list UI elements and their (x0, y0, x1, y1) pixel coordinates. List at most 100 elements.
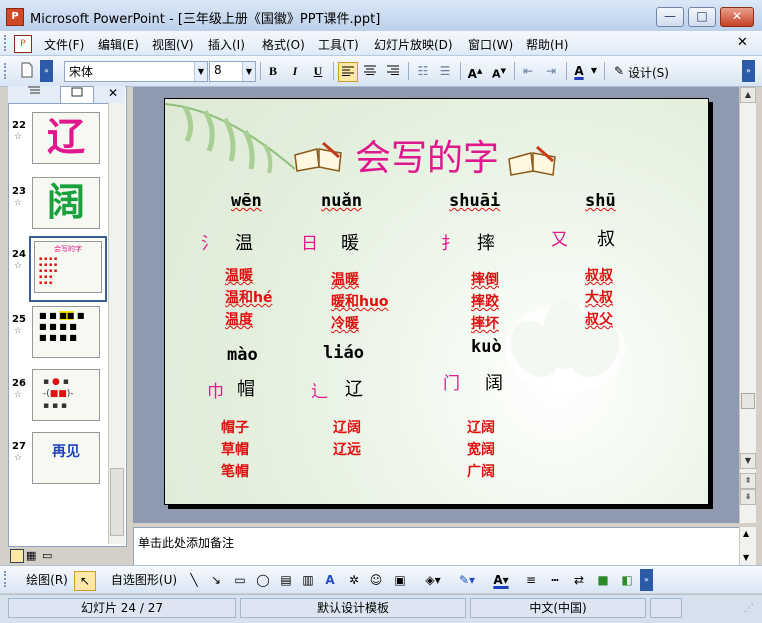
clip-art-icon[interactable]: ☺ (368, 571, 384, 589)
tab-outline[interactable] (18, 86, 50, 102)
line-style-icon[interactable]: ≡ (522, 571, 540, 589)
font-name-combo[interactable]: 宋体 ▼ (64, 61, 208, 82)
decrease-indent-icon[interactable]: ⇤ (519, 62, 537, 80)
maximize-button[interactable]: □ (688, 7, 716, 27)
scroll-up-icon[interactable]: ▲ (740, 87, 756, 103)
toolbar-options-chevron-icon[interactable]: » (40, 60, 53, 82)
font-color-icon[interactable]: A▾ (488, 571, 514, 589)
increase-font-size-icon[interactable]: A▲ (466, 62, 484, 81)
slide-thumbnail-23[interactable]: 阔 (32, 177, 100, 229)
numbering-icon[interactable]: ☷ (414, 62, 432, 80)
menu-edit[interactable]: 编辑(E) (98, 36, 139, 53)
align-left-button[interactable] (338, 62, 358, 82)
menu-view[interactable]: 视图(V) (152, 36, 194, 53)
powerpoint-app-icon[interactable]: P (6, 8, 24, 26)
scroll-down-icon[interactable]: ▼ (740, 453, 756, 469)
pinyin-liao: liáo (323, 343, 364, 363)
bold-button[interactable]: B (264, 62, 282, 80)
notes-scrollbar[interactable]: ▲ ▼ (739, 527, 756, 565)
slideshow-view-icon[interactable]: ▭ (42, 549, 52, 562)
thumb-number: 27 (12, 438, 26, 452)
scroll-up-icon[interactable]: ▲ (743, 529, 749, 538)
decrease-font-size-icon[interactable]: A▼ (490, 62, 508, 81)
select-objects-icon[interactable]: ↖ (74, 571, 96, 591)
align-center-button[interactable] (361, 62, 379, 80)
draw-menu-button[interactable]: 绘图(R) (18, 571, 76, 589)
word-list-nuan: 温暖 暖和huo 冷暖 (331, 269, 389, 335)
chevron-down-icon[interactable]: ▼ (589, 62, 599, 80)
toolbar-grip-handle[interactable] (4, 63, 10, 79)
increase-indent-icon[interactable]: ⇥ (542, 62, 560, 80)
slide-thumbnail-25[interactable]: ■ ■ ■■ ■ ■ ■ ■ ■ ■ ■ ■ ■ (32, 306, 100, 358)
toolbar-options-chevron-icon[interactable]: » (640, 569, 653, 591)
design-template-name[interactable]: 默认设计模板 (240, 598, 466, 618)
slide-sorter-view-icon[interactable]: ▦ (26, 549, 36, 562)
previous-slide-icon[interactable]: ⇞ (740, 473, 756, 489)
shadow-style-icon[interactable]: ■ (594, 571, 612, 589)
thumb-number: 22 (12, 117, 26, 131)
close-button[interactable]: ✕ (720, 7, 754, 27)
arrow-style-icon[interactable]: ⇄ (570, 571, 588, 589)
menu-help[interactable]: 帮助(H) (526, 36, 568, 53)
slide-vertical-scrollbar[interactable]: ▲ ▼ ⇞ ⇟ (739, 87, 756, 523)
line-color-icon[interactable]: ✎▾ (454, 571, 480, 589)
menu-window[interactable]: 窗口(W) (468, 36, 513, 53)
toolbar-grip-handle[interactable] (4, 571, 10, 587)
arrow-tool-icon[interactable]: ↘ (208, 571, 224, 589)
pinyin-kuo: kuò (471, 337, 502, 357)
menu-insert[interactable]: 插入(I) (208, 36, 245, 53)
chevron-down-icon[interactable]: ▼ (242, 62, 255, 81)
font-size-combo[interactable]: 8 ▼ (209, 61, 256, 82)
document-icon[interactable]: P (14, 35, 32, 53)
toolbar-options-chevron-icon[interactable]: » (742, 60, 755, 82)
normal-view-icon[interactable] (10, 549, 24, 563)
font-color-icon[interactable]: A (570, 62, 588, 80)
oval-tool-icon[interactable]: ◯ (254, 571, 272, 589)
word: 温和hé (225, 290, 273, 306)
word-list-mao: 帽子 草帽 笔帽 (221, 417, 249, 483)
menu-file[interactable]: 文件(F) (44, 36, 84, 53)
menu-tools[interactable]: 工具(T) (318, 36, 359, 53)
design-button[interactable]: 设计(S) (628, 64, 669, 81)
scrollbar-thumb[interactable] (741, 393, 755, 409)
vertical-text-box-icon[interactable]: ▥ (300, 571, 316, 589)
underline-button[interactable]: U (309, 62, 327, 80)
italic-button[interactable]: I (286, 62, 304, 80)
minimize-button[interactable]: — (656, 7, 684, 27)
thumb-number-label: 23 (12, 186, 26, 197)
menu-slideshow[interactable]: 幻灯片放映(D) (374, 36, 453, 53)
bullets-icon[interactable]: ☰ (436, 62, 454, 80)
notes-pane[interactable]: 单击此处添加备注 (133, 527, 741, 567)
resize-grip-icon[interactable]: ⋰ (744, 603, 754, 614)
3d-style-icon[interactable]: ◧ (618, 571, 636, 589)
scrollbar-thumb[interactable] (110, 468, 124, 536)
slide-thumbnail-27[interactable]: 再见 (32, 432, 100, 484)
line-tool-icon[interactable]: ╲ (186, 571, 202, 589)
pinyin-text: nuǎn (321, 191, 362, 211)
rectangle-tool-icon[interactable]: ▭ (232, 571, 248, 589)
align-right-button[interactable] (384, 62, 402, 80)
document-close-button[interactable]: ✕ (737, 35, 748, 50)
slide-24[interactable]: 会写的字 wēn nuǎn shuāi shū 氵 温 日 暖 扌 摔 又 叔 … (164, 98, 709, 505)
slides-pane-scrollbar[interactable] (108, 103, 125, 544)
autoshapes-menu-button[interactable]: 自选图形(U) (104, 571, 184, 589)
new-document-icon[interactable] (18, 62, 36, 80)
menu-format[interactable]: 格式(O) (262, 36, 305, 53)
slide-thumbnail-26[interactable]: ▪ ● ▪ -(■■)- ▪ ▪ ▪ (32, 369, 100, 421)
fill-color-icon[interactable]: ◈▾ (420, 571, 446, 589)
scroll-down-icon[interactable]: ▼ (743, 553, 749, 562)
slide-thumbnail-22[interactable]: 辽 (32, 112, 100, 164)
wordart-icon[interactable]: A (322, 571, 338, 589)
menubar-grip-handle[interactable] (4, 35, 10, 51)
dash-style-icon[interactable]: ┅ (546, 571, 564, 589)
text-box-icon[interactable]: ▤ (278, 571, 294, 589)
word: 暖和huo (331, 294, 389, 310)
word: 宽阔 (467, 442, 495, 458)
chevron-down-icon[interactable]: ▼ (194, 62, 207, 81)
tab-slides[interactable] (60, 86, 94, 103)
diagram-icon[interactable]: ✲ (346, 571, 362, 589)
pane-close-icon[interactable]: ✕ (108, 86, 118, 100)
slide-thumbnail-24[interactable]: 会写的字 ▪ ▪ ▪ ▪ ▪ ▪ ▪ ▪ ▪ ▪ ▪ ▪ ▪ ▪ ▪ ▪ ▪ ▪ (34, 241, 102, 293)
next-slide-icon[interactable]: ⇟ (740, 489, 756, 505)
picture-icon[interactable]: ▣ (392, 571, 408, 589)
